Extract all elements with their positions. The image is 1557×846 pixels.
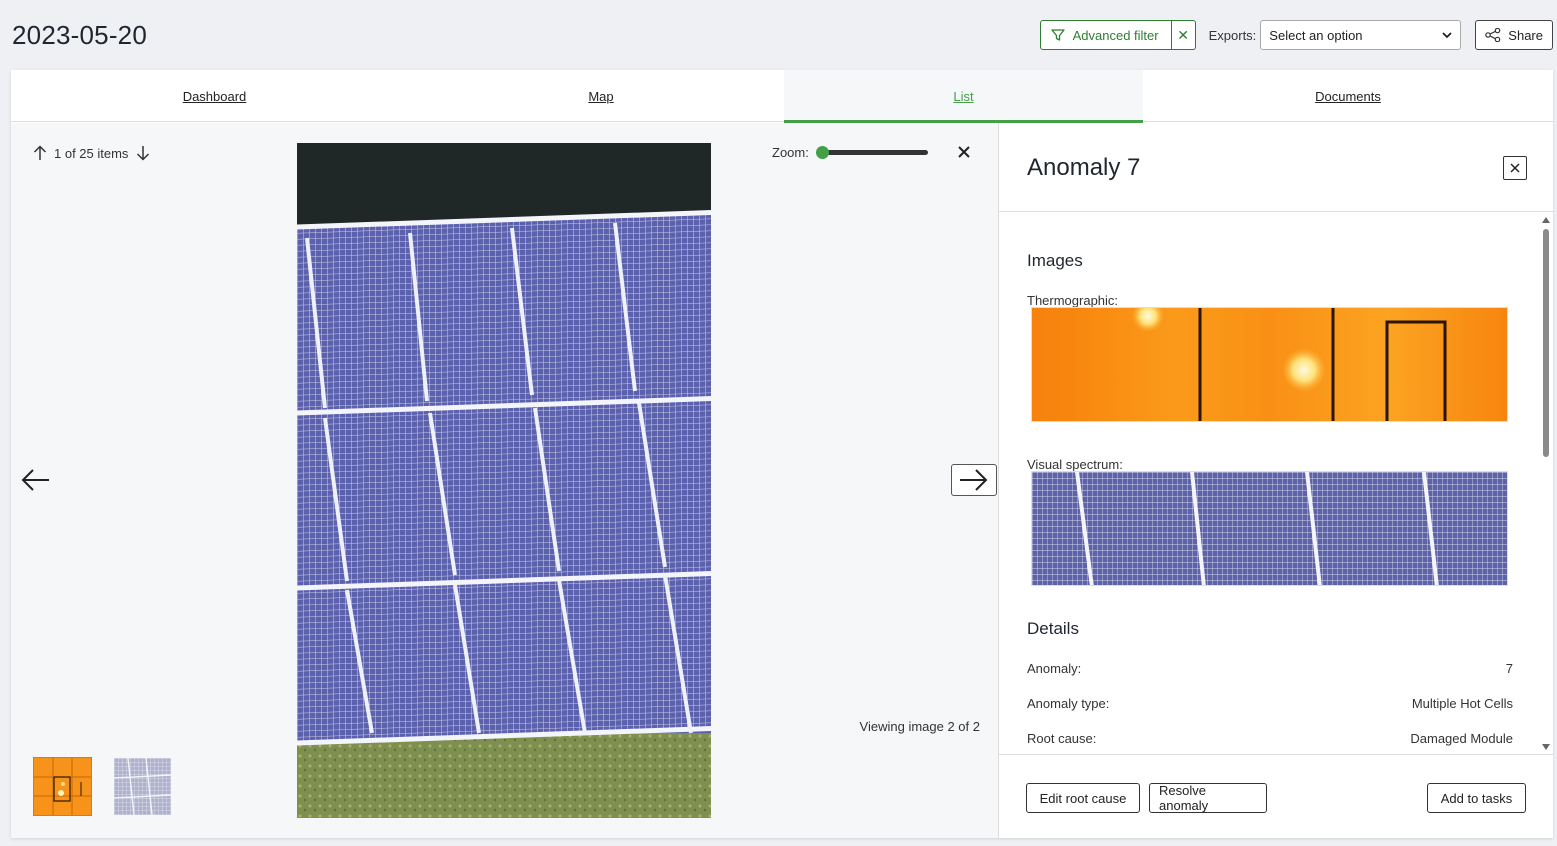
anomaly-panel: Anomaly 7 Images Thermographic: Visual s… (998, 123, 1554, 838)
scrollbar-thumb[interactable] (1543, 229, 1549, 457)
exports-select[interactable]: Select an option (1260, 20, 1462, 50)
exports-selected-value: Select an option (1269, 27, 1363, 43)
close-icon: ✕ (1177, 26, 1189, 43)
advanced-filter-label: Advanced filter (1072, 27, 1159, 43)
images-heading: Images (1027, 251, 1083, 270)
zoom-control: Zoom: (772, 145, 928, 160)
tab-bar: Dashboard Map List Documents (11, 70, 1553, 123)
filter-icon (1050, 29, 1065, 41)
thermographic-label: Thermographic: (1027, 293, 1119, 308)
close-icon (1510, 163, 1520, 173)
panel-scroll-area[interactable]: Images Thermographic: Visual spectrum: D… (999, 213, 1554, 754)
details-heading: Details (1027, 619, 1079, 638)
share-label: Share (1508, 27, 1543, 43)
arrow-down-icon[interactable] (136, 145, 150, 161)
detail-label: Anomaly: (1027, 661, 1082, 676)
scroll-down-icon[interactable] (1542, 744, 1550, 750)
thumbnail-visual[interactable] (114, 758, 171, 815)
close-panel-button[interactable] (1503, 156, 1527, 180)
thermographic-image[interactable] (1031, 307, 1508, 422)
page-title: 2023-05-20 (12, 20, 147, 50)
panel-scrollbar[interactable] (1538, 213, 1554, 754)
panel-header: Anomaly 7 (999, 123, 1554, 212)
tab-dashboard[interactable]: Dashboard (11, 70, 418, 122)
arrow-up-icon[interactable] (33, 145, 47, 161)
close-icon[interactable] (957, 145, 971, 164)
detail-value: Multiple Hot Cells (1411, 696, 1513, 711)
share-icon (1485, 28, 1501, 42)
add-to-tasks-button[interactable]: Add to tasks (1427, 783, 1526, 813)
scroll-up-icon[interactable] (1542, 217, 1550, 223)
arrow-left-icon[interactable] (15, 463, 55, 497)
panel-actions: Edit root cause Resolve anomaly Add to t… (999, 754, 1554, 838)
visual-spectrum-label: Visual spectrum: (1027, 457, 1123, 472)
zoom-slider-handle[interactable] (815, 146, 829, 159)
detail-value: 7 (1505, 661, 1513, 676)
viewing-image-status: Viewing image 2 of 2 (859, 719, 980, 734)
item-counter: 1 of 25 items (54, 145, 129, 161)
detail-row-anomaly: Anomaly: 7 (1027, 661, 1513, 676)
share-button[interactable]: Share (1475, 20, 1553, 50)
main-card: Dashboard Map List Documents 1 of 25 ite… (11, 70, 1554, 838)
detail-row-root-cause: Root cause: Damaged Module (1027, 731, 1513, 746)
image-viewer: 1 of 25 items Zoom: Viewing image 2 of 2 (11, 123, 998, 838)
visual-image (297, 143, 711, 818)
advanced-filter-button[interactable]: Advanced filter (1039, 20, 1172, 50)
detail-label: Root cause: (1027, 731, 1097, 746)
detail-label: Anomaly type: (1027, 696, 1110, 711)
chevron-down-icon (1442, 32, 1452, 39)
panel-title: Anomaly 7 (1027, 154, 1141, 181)
arrow-right-icon[interactable] (951, 464, 997, 496)
detail-value: Damaged Module (1410, 731, 1513, 746)
tab-map[interactable]: Map (418, 70, 784, 122)
exports-label: Exports: (1208, 27, 1257, 43)
detail-row-anomaly-type: Anomaly type: Multiple Hot Cells (1027, 696, 1513, 711)
clear-filter-button[interactable]: ✕ (1171, 20, 1196, 50)
edit-root-cause-button[interactable]: Edit root cause (1026, 783, 1140, 813)
top-toolbar: Advanced filter ✕ Exports: Select an opt… (1039, 20, 1553, 50)
resolve-anomaly-button[interactable]: Resolve anomaly (1149, 783, 1267, 813)
item-navigator: 1 of 25 items (33, 145, 150, 161)
zoom-label: Zoom: (772, 145, 809, 160)
zoom-slider[interactable] (815, 146, 928, 159)
visual-spectrum-image[interactable] (1031, 471, 1508, 586)
thumbnail-thermographic[interactable] (34, 758, 91, 815)
tab-list[interactable]: List (784, 70, 1143, 123)
tab-documents[interactable]: Documents (1143, 70, 1553, 122)
